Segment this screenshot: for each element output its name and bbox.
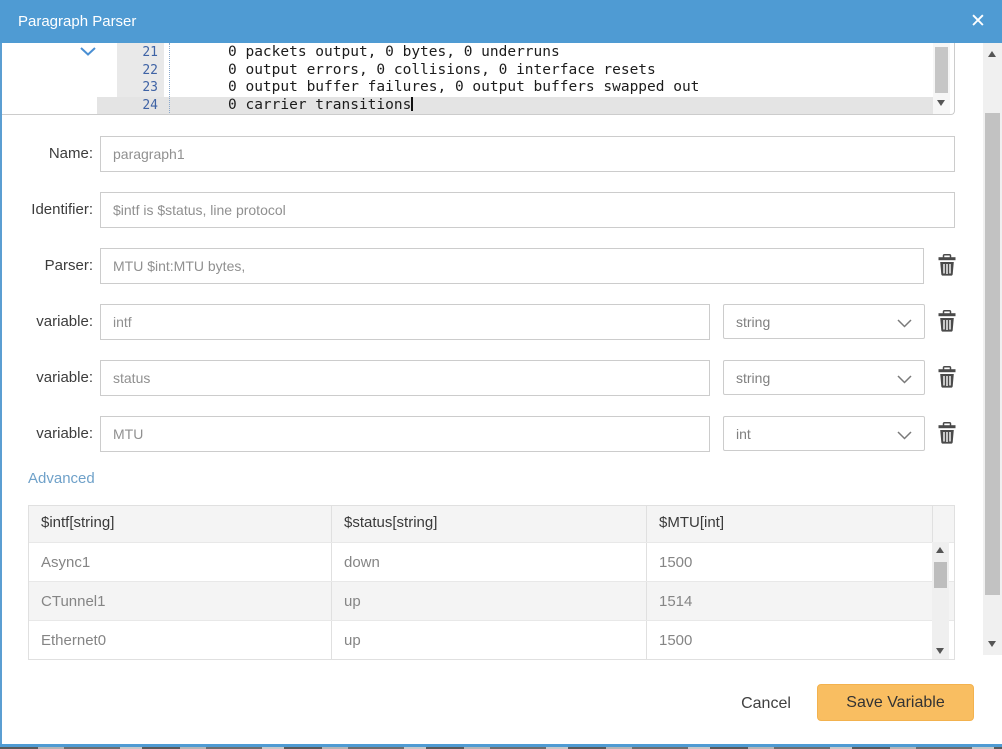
- cell-status: up: [331, 621, 646, 659]
- cell-intf: Async1: [29, 543, 331, 581]
- scroll-down-icon[interactable]: [936, 648, 944, 654]
- cell-mtu: 1500: [646, 621, 932, 659]
- code-line-active: 24 0 carrier transitions: [2, 97, 954, 115]
- line-number: 23: [117, 79, 158, 97]
- cell-intf: CTunnel1: [29, 582, 331, 620]
- table-row: CTunnel1 up 1514: [29, 581, 954, 620]
- variable-type-select[interactable]: int: [723, 416, 925, 451]
- table-header-row: $intf[string] $status[string] $MTU[int]: [29, 506, 954, 542]
- identifier-label: Identifier:: [0, 192, 93, 228]
- table-row: Ethernet0 up 1500: [29, 620, 954, 659]
- code-text: 0 output errors, 0 collisions, 0 interfa…: [228, 62, 656, 80]
- code-text: 0 packets output, 0 bytes, 0 underruns: [228, 44, 560, 62]
- parser-input[interactable]: [100, 248, 924, 284]
- paragraph-parser-modal: Paragraph Parser ✕ 21 0 packets output, …: [0, 0, 1002, 749]
- variable-type-select[interactable]: string: [723, 360, 925, 395]
- scroll-up-icon[interactable]: [936, 547, 944, 553]
- delete-variable-button[interactable]: [936, 310, 958, 334]
- delete-variable-button[interactable]: [936, 422, 958, 446]
- modal-body-scrollbar-thumb[interactable]: [985, 113, 1000, 595]
- close-icon[interactable]: ✕: [966, 10, 990, 34]
- cell-status: up: [331, 582, 646, 620]
- scroll-down-icon[interactable]: [988, 641, 996, 647]
- variable-name-input[interactable]: [100, 360, 710, 396]
- code-text: 0 carrier transitions: [228, 97, 413, 115]
- line-number: 22: [117, 62, 158, 80]
- code-line: 23 0 output buffer failures, 0 output bu…: [2, 79, 954, 97]
- table-row: Async1 down 1500: [29, 542, 954, 581]
- variable-name-input[interactable]: [100, 304, 710, 340]
- variable-type-select[interactable]: string: [723, 304, 925, 339]
- trash-icon: [937, 366, 957, 388]
- trash-icon: [937, 422, 957, 444]
- identifier-input[interactable]: [100, 192, 955, 228]
- line-number: 24: [117, 97, 158, 115]
- editor-scrollbar-thumb[interactable]: [935, 47, 948, 93]
- table-header-status: $status[string]: [331, 506, 646, 542]
- save-variable-button[interactable]: Save Variable: [817, 684, 974, 721]
- variable-label: variable:: [0, 304, 93, 340]
- modal-left-border: [0, 43, 2, 744]
- chevron-down-icon: [897, 375, 912, 384]
- delete-variable-button[interactable]: [936, 366, 958, 390]
- scroll-down-icon[interactable]: [937, 100, 945, 106]
- code-editor[interactable]: 21 0 packets output, 0 bytes, 0 underrun…: [2, 43, 955, 115]
- variable-label: variable:: [0, 416, 93, 452]
- text-cursor: [411, 97, 413, 111]
- cell-mtu: 1500: [646, 543, 932, 581]
- modal-title: Paragraph Parser: [18, 13, 136, 30]
- code-text: 0 output buffer failures, 0 output buffe…: [228, 79, 699, 97]
- table-scrollbar[interactable]: [932, 542, 949, 659]
- chevron-down-icon: [897, 431, 912, 440]
- modal-header: Paragraph Parser ✕: [0, 0, 1002, 43]
- trash-icon: [937, 310, 957, 332]
- table-header-intf: $intf[string]: [29, 506, 331, 542]
- chevron-down-icon: [897, 319, 912, 328]
- editor-scrollbar[interactable]: [933, 43, 950, 115]
- cancel-button[interactable]: Cancel: [722, 687, 810, 720]
- table-header-scroll-spacer: [932, 506, 954, 542]
- name-input[interactable]: [100, 136, 955, 172]
- variable-name-input[interactable]: [100, 416, 710, 452]
- code-line: 21 0 packets output, 0 bytes, 0 underrun…: [2, 44, 954, 62]
- cell-intf: Ethernet0: [29, 621, 331, 659]
- line-number: 21: [117, 44, 158, 62]
- advanced-link[interactable]: Advanced: [28, 470, 95, 487]
- code-line: 22 0 output errors, 0 collisions, 0 inte…: [2, 62, 954, 80]
- variable-label: variable:: [0, 360, 93, 396]
- cell-mtu: 1514: [646, 582, 932, 620]
- variable-preview-table: $intf[string] $status[string] $MTU[int] …: [28, 505, 955, 660]
- parser-label: Parser:: [0, 248, 93, 284]
- table-header-mtu: $MTU[int]: [646, 506, 932, 542]
- scroll-up-icon[interactable]: [988, 51, 996, 57]
- name-label: Name:: [0, 136, 93, 172]
- table-scrollbar-thumb[interactable]: [934, 562, 947, 588]
- delete-parser-button[interactable]: [936, 254, 958, 278]
- cell-status: down: [331, 543, 646, 581]
- modal-body-scrollbar[interactable]: [983, 43, 1002, 655]
- trash-icon: [937, 254, 957, 276]
